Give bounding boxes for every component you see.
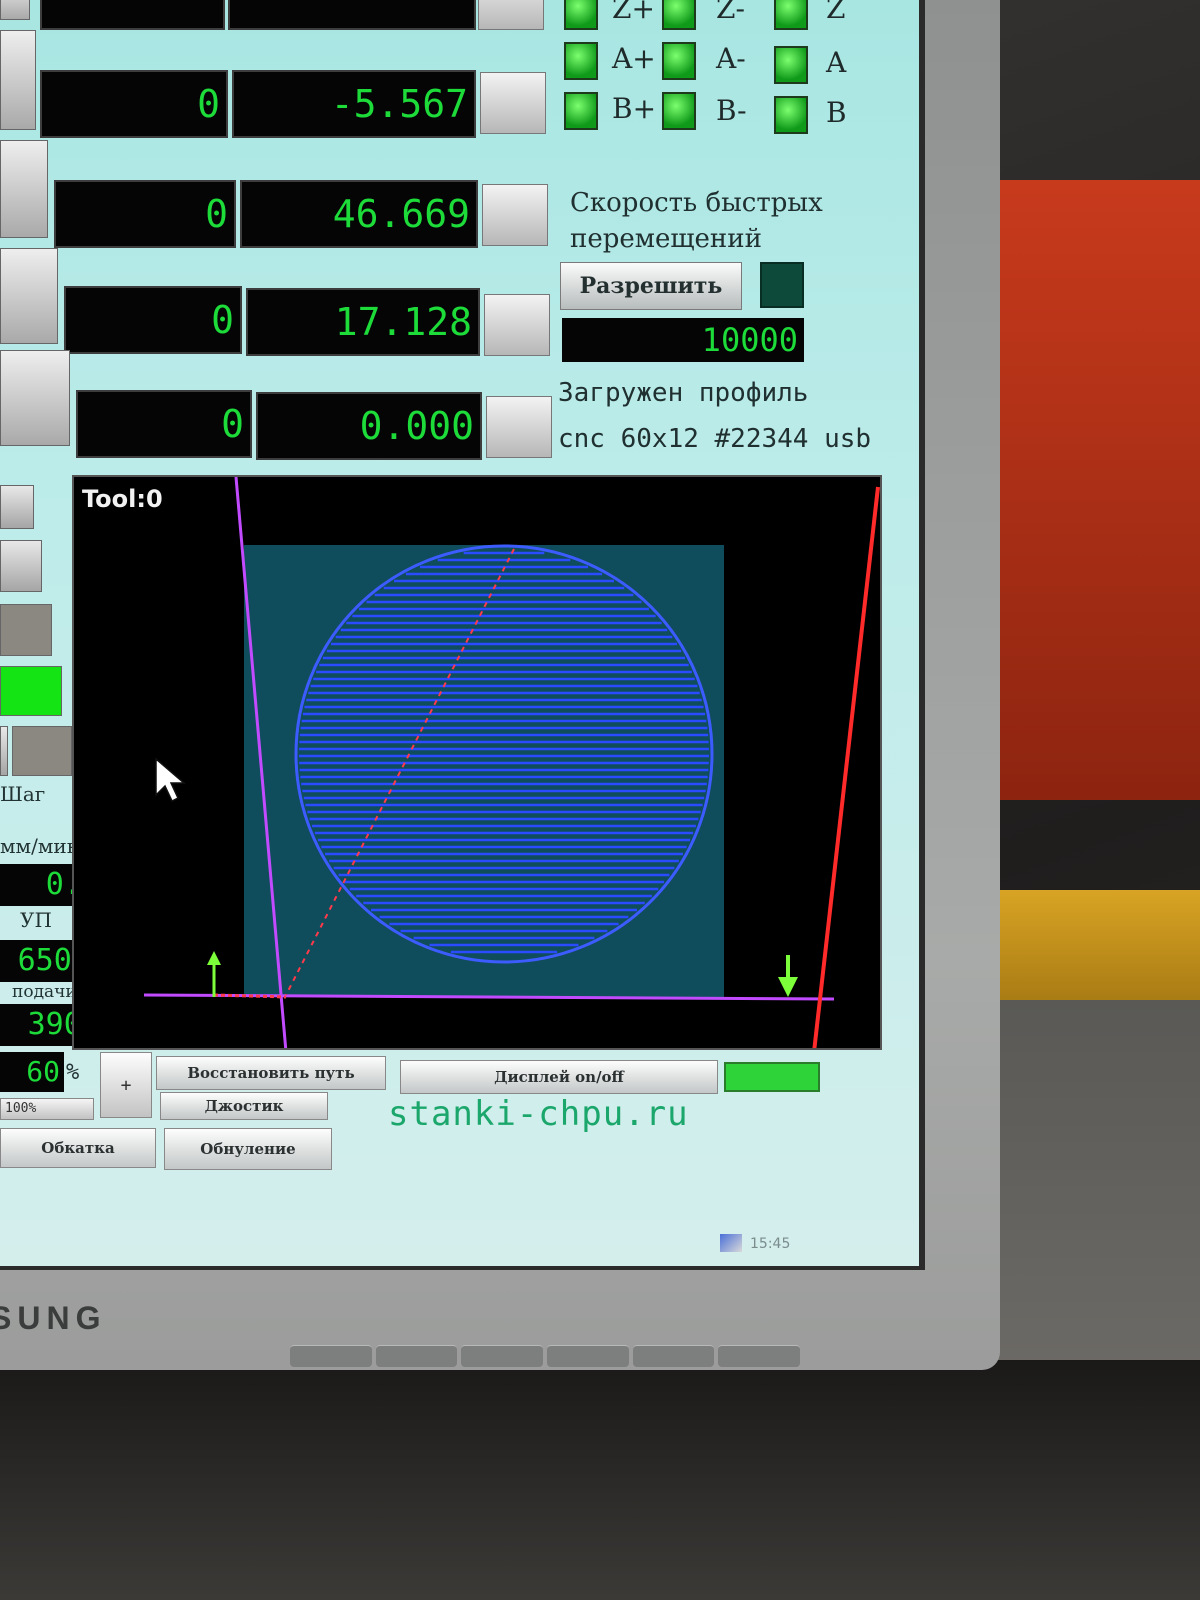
red-limit-line <box>812 486 880 1048</box>
left-control-button[interactable] <box>12 726 72 776</box>
unit-label: мм/мин <box>0 834 81 858</box>
label-z-minus: Z- <box>716 0 745 25</box>
label-z-plus: Z+ <box>612 0 655 25</box>
dro-offset-cell: 0 <box>76 390 252 458</box>
monitor-button[interactable] <box>718 1345 801 1367</box>
label-a: A <box>826 46 847 79</box>
monitor-button[interactable] <box>632 1345 715 1367</box>
led-a-minus <box>662 42 696 80</box>
zeroing-button[interactable]: Обнуление <box>164 1128 332 1170</box>
zero-axis-button[interactable] <box>482 184 548 246</box>
label-a-plus: A+ <box>612 42 656 75</box>
feed-label: подачи <box>12 982 77 1002</box>
dro-value-cell: 17.128 <box>246 288 480 356</box>
override-reset-button[interactable]: 100% <box>0 1098 94 1120</box>
tool-position-arrow-icon <box>778 955 798 997</box>
led-z <box>774 0 808 30</box>
left-control-button[interactable] <box>0 485 34 529</box>
enable-rapid-button[interactable]: Разрешить <box>560 262 742 310</box>
led-a <box>774 46 808 84</box>
zero-axis-button[interactable] <box>478 0 544 30</box>
rapid-speed-label: Скорость быстрых перемещений <box>570 185 823 257</box>
zero-axis-button[interactable] <box>480 72 546 134</box>
left-control-button[interactable] <box>0 540 42 592</box>
monitor-button[interactable] <box>461 1345 544 1367</box>
rapid-speed-value[interactable]: 10000 <box>562 318 804 362</box>
monitor-buttons <box>290 1345 801 1367</box>
display-status-led <box>724 1062 820 1092</box>
left-control-button[interactable] <box>0 604 52 656</box>
program-label: УП <box>20 908 52 932</box>
label-a-minus: A- <box>716 42 746 75</box>
led-a-plus <box>564 42 598 80</box>
joystick-button[interactable]: Джостик <box>160 1092 328 1120</box>
profile-info: Загружен профиль cnc 60x12 #22344 usb <box>558 370 871 462</box>
profile-name: cnc 60x12 #22344 usb <box>558 424 872 454</box>
cnc-control-screen: 0 -5.567 0 46.669 0 17.128 0 0.000 Z+ Z-… <box>0 0 925 1270</box>
run-in-button[interactable]: Обкатка <box>0 1128 156 1168</box>
monitor-button[interactable] <box>375 1345 458 1367</box>
dro-value-cell: 46.669 <box>240 180 478 248</box>
site-watermark: stanki-chpu.ru <box>388 1094 689 1134</box>
dro-value-cell-top <box>228 0 476 30</box>
dro-offset-cell: 0 <box>64 286 242 354</box>
led-z-plus <box>564 0 598 30</box>
led-z-minus <box>662 0 696 30</box>
dro-offset-cell: 0 <box>54 180 236 248</box>
red-machine-part <box>980 180 1200 800</box>
zero-axis-button[interactable] <box>484 294 550 356</box>
label-b-plus: B+ <box>612 92 657 125</box>
network-tray-icon[interactable] <box>720 1234 742 1252</box>
feed-override-value[interactable]: 60 <box>0 1052 64 1092</box>
rapid-enabled-led <box>760 262 804 308</box>
label-z: Z <box>826 0 846 25</box>
dro-value-cell: -5.567 <box>232 70 476 138</box>
axis-side-button[interactable] <box>0 0 30 20</box>
axis-side-button[interactable] <box>0 140 48 238</box>
left-active-button[interactable] <box>0 666 62 716</box>
rapid-label-line1: Скорость быстрых <box>570 188 823 218</box>
toolpath-canvas <box>143 477 880 1048</box>
axis-indicator-icon <box>207 951 221 997</box>
tool-label: Tool:0 <box>82 485 163 513</box>
led-b-minus <box>662 92 696 130</box>
left-control-button[interactable] <box>0 726 8 776</box>
monitor-button[interactable] <box>290 1345 372 1367</box>
mouse-cursor-icon <box>155 757 187 803</box>
desk-surface <box>0 1360 1200 1600</box>
override-plus-button[interactable]: + <box>100 1052 152 1118</box>
profile-label: Загружен профиль <box>558 378 809 408</box>
dro-value-cell: 0.000 <box>256 392 482 460</box>
zero-axis-button[interactable] <box>486 396 552 458</box>
led-b-plus <box>564 92 598 130</box>
taskbar-clock: 15:45 <box>750 1236 791 1252</box>
step-label: Шаг <box>0 782 46 806</box>
jog-led-grid: Z+ Z- Z A+ A- A B+ B- B <box>564 0 870 140</box>
restore-path-button[interactable]: Восстановить путь <box>156 1056 386 1090</box>
label-b-minus: B- <box>716 94 747 127</box>
toolpath-view[interactable]: Tool:0 <box>72 475 882 1050</box>
magenta-horizontal-line <box>143 993 835 1001</box>
axis-side-button[interactable] <box>0 350 70 446</box>
axis-side-button[interactable] <box>0 248 58 344</box>
monitor-brand: SUNG <box>0 1300 107 1336</box>
percent-sign: % <box>66 1060 80 1085</box>
monitor-button[interactable] <box>547 1345 629 1367</box>
led-b <box>774 96 808 134</box>
rapid-label-line2: перемещений <box>570 224 762 254</box>
display-toggle-button[interactable]: Дисплей on/off <box>400 1060 718 1094</box>
dro-offset-cell: 0 <box>40 70 228 138</box>
label-b: B <box>826 96 847 129</box>
dro-offset-cell-top <box>40 0 225 30</box>
axis-side-button[interactable] <box>0 30 36 130</box>
